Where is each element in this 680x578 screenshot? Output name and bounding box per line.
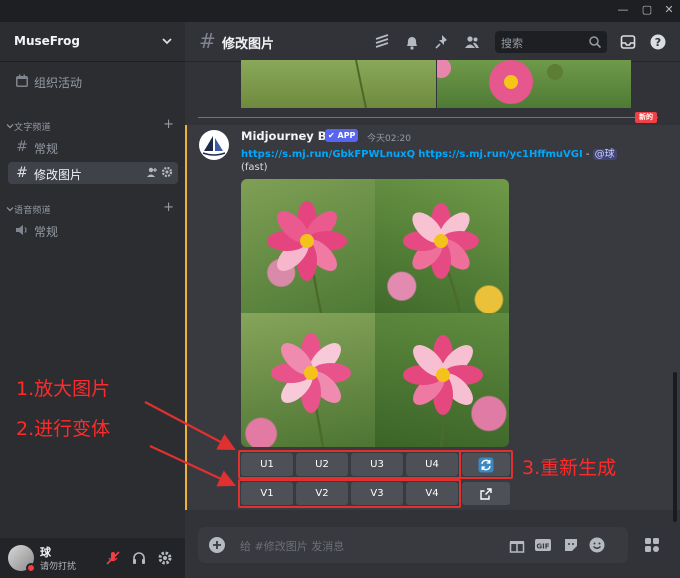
annotation-arrows bbox=[144, 401, 236, 487]
arrow-to-variation bbox=[149, 445, 236, 487]
discord-app: — ▢ ✕ MuseFrog 组织活动 文字频道 + # 常规 # 修改图片 语… bbox=[0, 0, 680, 578]
arrow-to-upscale bbox=[144, 401, 236, 451]
